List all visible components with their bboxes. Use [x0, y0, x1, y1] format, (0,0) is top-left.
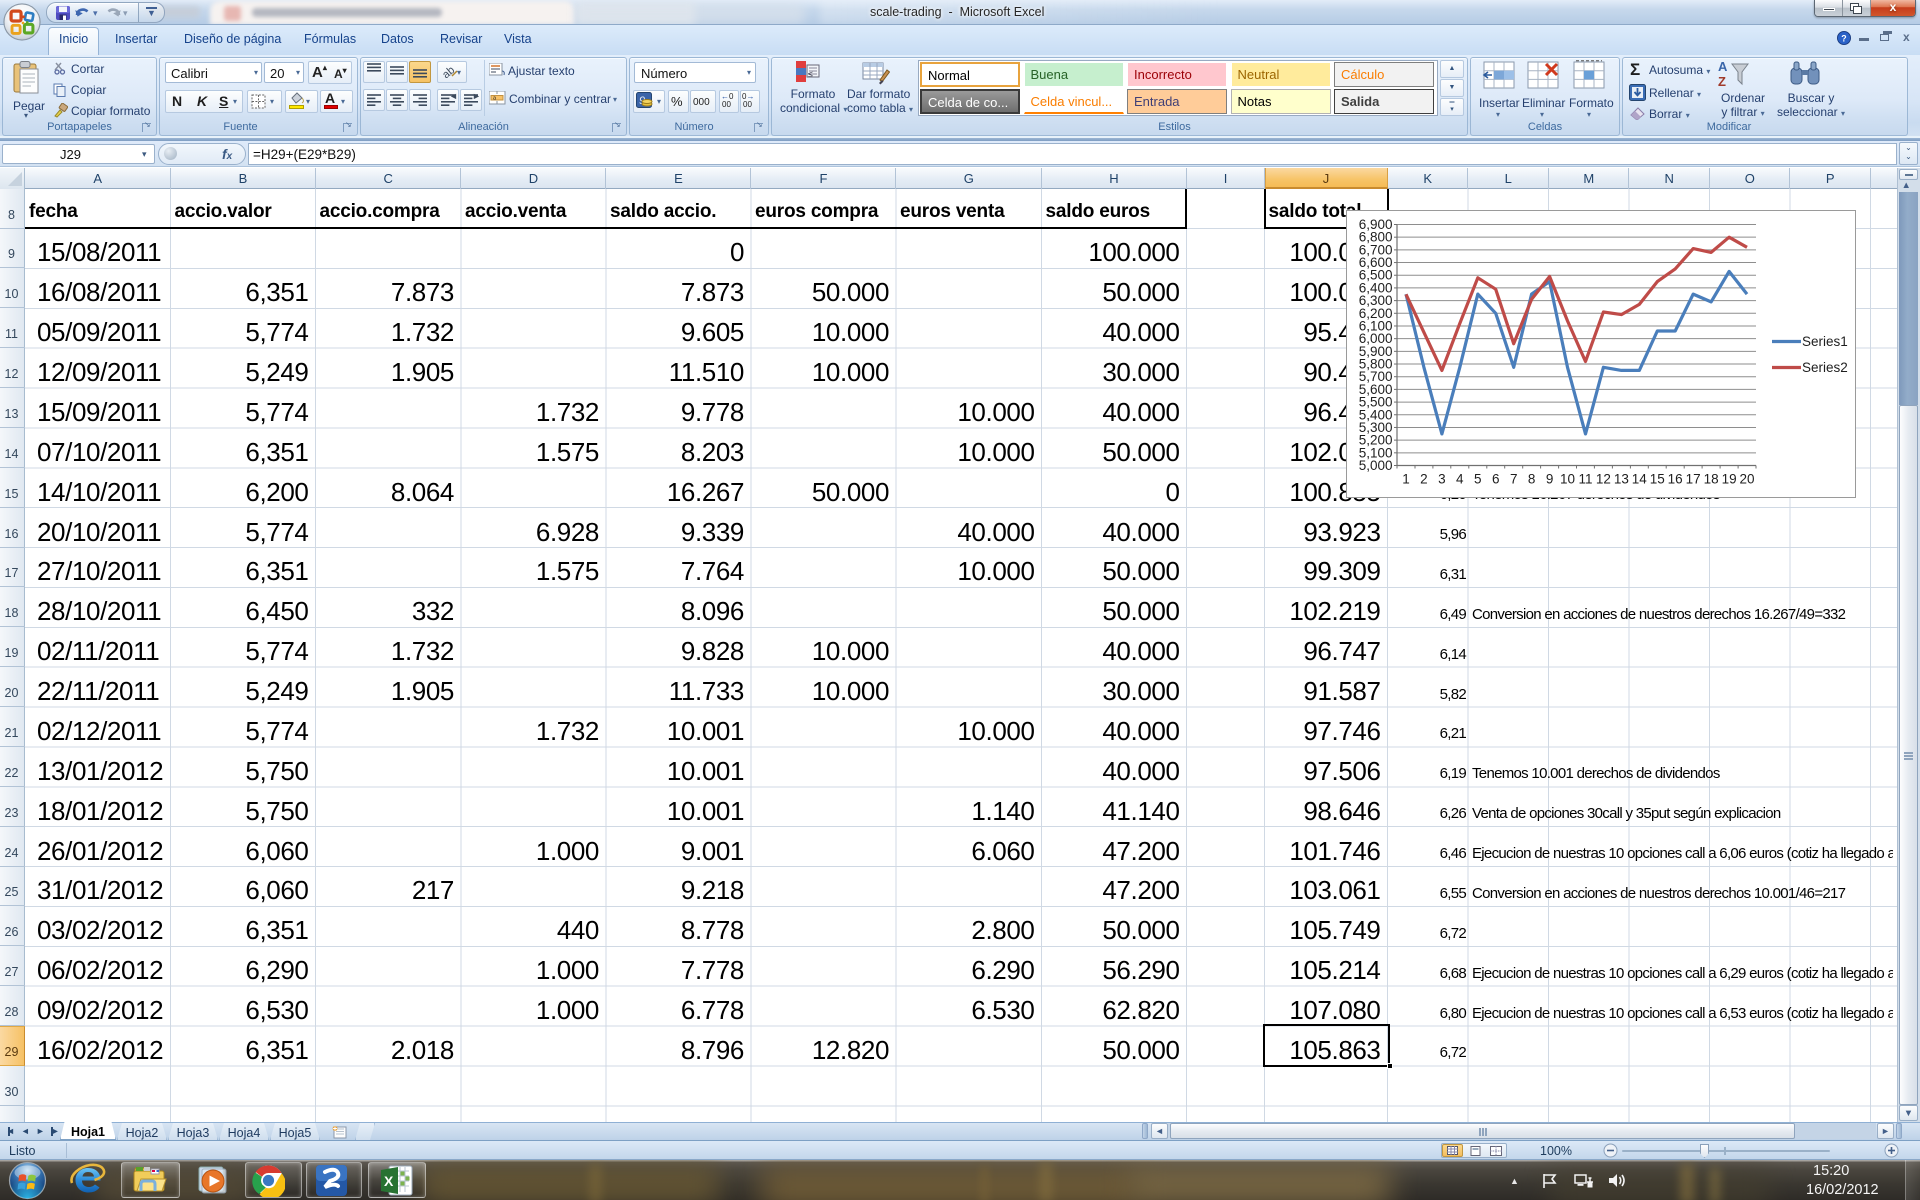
svg-text:Series2: Series2 — [1802, 360, 1848, 375]
svg-text:?: ? — [1841, 33, 1846, 43]
svg-text:18: 18 — [1704, 471, 1719, 486]
svg-text:7: 7 — [1510, 471, 1518, 486]
svg-text:9: 9 — [1546, 471, 1554, 486]
svg-text:X: X — [384, 1173, 394, 1189]
svg-text:A: A — [1718, 59, 1728, 74]
svg-text:15: 15 — [1650, 471, 1665, 486]
svg-text:3: 3 — [1438, 471, 1446, 486]
svg-text:2: 2 — [1420, 471, 1428, 486]
svg-text:5,000: 5,000 — [1359, 458, 1393, 473]
svg-text:17: 17 — [1686, 471, 1701, 486]
svg-text:11: 11 — [1578, 471, 1592, 486]
svg-text:5: 5 — [1474, 471, 1482, 486]
svg-text:4: 4 — [1456, 471, 1464, 486]
svg-text:≤: ≤ — [808, 69, 813, 79]
svg-text:Z: Z — [1718, 74, 1726, 89]
svg-text:13: 13 — [1614, 471, 1629, 486]
svg-text:10: 10 — [1560, 471, 1575, 486]
svg-text:20: 20 — [1739, 471, 1754, 486]
svg-text:6: 6 — [1492, 471, 1500, 486]
svg-text:14: 14 — [1632, 471, 1648, 486]
svg-text:12: 12 — [1596, 471, 1611, 486]
svg-text:19: 19 — [1722, 471, 1737, 486]
svg-text:Series1: Series1 — [1802, 334, 1848, 349]
svg-text:16: 16 — [1668, 471, 1683, 486]
svg-text:8: 8 — [1528, 471, 1536, 486]
svg-text:1: 1 — [1402, 471, 1410, 486]
